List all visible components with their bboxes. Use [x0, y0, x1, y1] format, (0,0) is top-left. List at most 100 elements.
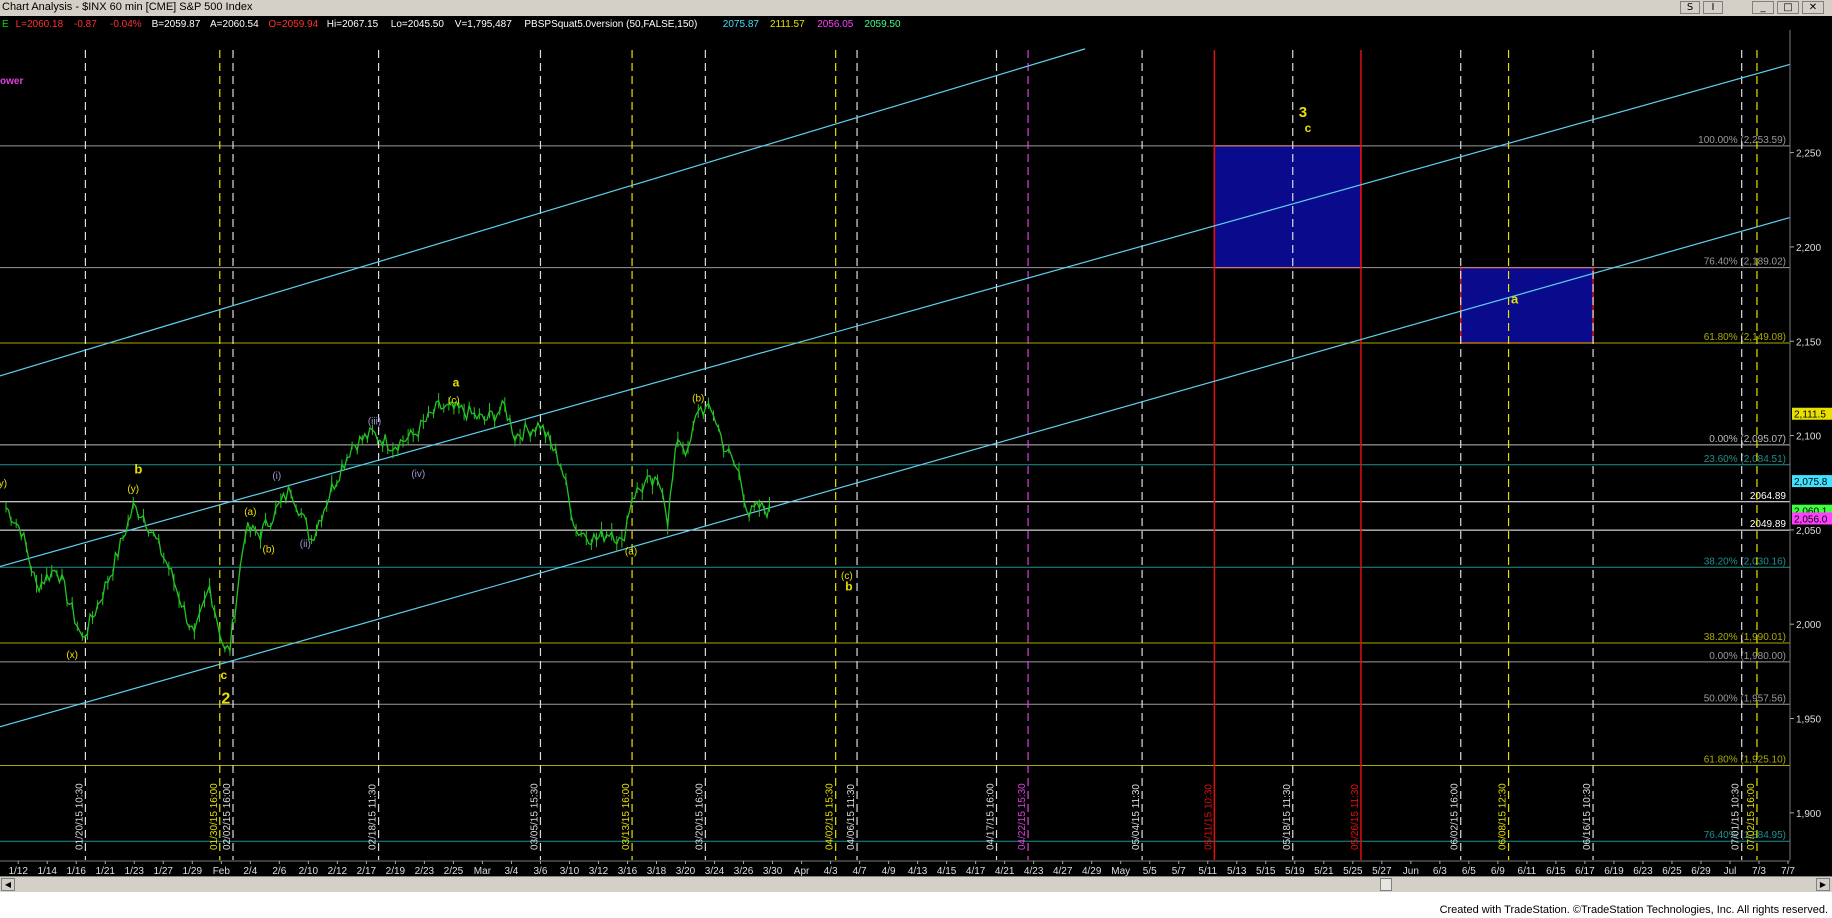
time-marker-label: 06/16/15 10:30 [1582, 783, 1593, 850]
x-tick-label: 3/26 [734, 866, 754, 876]
wave-label: (y) [127, 484, 139, 495]
header-value: 2111.57 [770, 19, 805, 30]
price-tag-label: 2,111.5 [1794, 410, 1826, 421]
status-bar: Created with TradeStation. ©TradeStation… [0, 892, 1832, 918]
x-tick-label: 6/3 [1433, 866, 1447, 876]
fib-level-label: 0.00% (1,980.00) [1709, 651, 1786, 662]
x-tick-label: 2/23 [415, 866, 435, 876]
time-marker-label: 02/02/15 16:00 [222, 783, 233, 850]
wave-label: 2 [221, 690, 230, 707]
close-button[interactable]: ✕ [1802, 1, 1824, 14]
wave-label: (ii) [300, 539, 311, 550]
x-tick-label: 2/4 [243, 866, 257, 876]
chart-background [0, 16, 1832, 876]
symbol-link-button[interactable]: S [1680, 1, 1700, 14]
x-tick-label: 6/23 [1633, 866, 1653, 876]
x-tick-label: 1/29 [183, 866, 203, 876]
time-marker-label: 03/20/15 16:00 [694, 783, 705, 850]
wave-label: (i) [272, 471, 281, 482]
fib-level-label: 23.60% (2,084.51) [1704, 454, 1786, 465]
scrollbar-thumb[interactable] [1380, 878, 1392, 891]
x-tick-label: 2/10 [299, 866, 319, 876]
wave-label: (iii) [368, 416, 381, 427]
y-tick-label: 2,100 [1796, 432, 1821, 443]
wave-label: (c) [448, 396, 460, 407]
wave-label: (b) [692, 394, 704, 405]
wave-label: 3 [1299, 104, 1307, 121]
window-title: Chart Analysis - $INX 60 min [CME] S&P 5… [2, 1, 253, 13]
x-tick-label: 4/15 [937, 866, 957, 876]
time-scrollbar[interactable]: ◀ ▶ [0, 876, 1832, 892]
x-tick-label: 3/20 [676, 866, 696, 876]
y-tick-label: 1,950 [1796, 715, 1821, 726]
x-tick-label: 4/27 [1053, 866, 1073, 876]
scroll-left-arrow-icon[interactable]: ◀ [1, 878, 15, 891]
x-tick-label: 5/19 [1285, 866, 1305, 876]
x-tick-label: 6/5 [1462, 866, 1476, 876]
fib-level-label: 76.40% (2,189.02) [1704, 257, 1786, 268]
x-tick-label: 3/10 [560, 866, 580, 876]
x-tick-label: 1/12 [8, 866, 28, 876]
x-tick-label: 4/3 [824, 866, 838, 876]
y-tick-label: 2,150 [1796, 337, 1821, 348]
y-tick-label: 2,250 [1796, 149, 1821, 160]
wave-label: a [453, 376, 460, 390]
x-tick-label: 6/29 [1691, 866, 1711, 876]
header-value: 2075.87 [723, 19, 760, 30]
x-tick-label: 5/21 [1314, 866, 1334, 876]
y-tick-label: 2,050 [1796, 526, 1821, 537]
indicator-label: ower [0, 76, 23, 87]
header-value: B=2059.87 [152, 19, 201, 30]
target-box [1213, 145, 1362, 269]
time-marker-label: 04/02/15 15:30 [825, 783, 836, 850]
fib-level-label: 38.20% (1,990.01) [1704, 632, 1786, 643]
time-marker-label: 01/30/15 16:00 [209, 783, 220, 850]
x-tick-label: Apr [794, 866, 810, 876]
x-tick-label: 1/16 [67, 866, 87, 876]
x-tick-label: 7/3 [1752, 866, 1766, 876]
wave-label: (x) [66, 650, 78, 661]
x-tick-label: 5/7 [1172, 866, 1186, 876]
time-marker-label: 02/18/15 11:30 [368, 784, 379, 850]
fib-level-label: 61.80% (1,925.10) [1704, 754, 1786, 765]
minimize-button[interactable]: _ [1752, 1, 1774, 14]
x-tick-label: 5/13 [1227, 866, 1247, 876]
scroll-right-arrow-icon[interactable]: ▶ [1816, 878, 1830, 891]
x-tick-label: 1/27 [154, 866, 174, 876]
x-tick-label: 6/9 [1491, 866, 1505, 876]
header-value: -0.04% [110, 19, 142, 30]
wave-label: b [134, 461, 142, 476]
x-tick-label: 2/25 [444, 866, 464, 876]
time-marker-label: 05/18/15 11:30 [1282, 784, 1293, 850]
header-value: Hi=2067.15 [327, 19, 379, 30]
price-chart[interactable]: E L=2060.18 -0.87 -0.04% B=2059.87 A=2060.54 O… [0, 16, 1832, 876]
fib-level-label: 0.00% (2,095.07) [1709, 434, 1786, 445]
fib-level-label: 38.20% (2,030.16) [1704, 556, 1786, 567]
y-tick-label: 2,000 [1796, 620, 1821, 631]
x-tick-label: 1/23 [125, 866, 145, 876]
x-tick-label: 5/27 [1372, 866, 1392, 876]
x-tick-label: Feb [213, 866, 231, 876]
x-tick-label: Mar [474, 866, 492, 876]
x-tick-label: 4/23 [1024, 866, 1044, 876]
x-tick-label: 4/9 [882, 866, 896, 876]
time-marker-label: 03/05/15 15:30 [529, 783, 540, 850]
header-value: A=2060.54 [210, 19, 259, 30]
header-value: 2056.05 [817, 19, 854, 30]
header-value: PBSPSquat5.0version (50,FALSE,150) [524, 19, 697, 30]
x-tick-label: 4/21 [995, 866, 1015, 876]
price-tag-label: 2,056.0 [1794, 514, 1828, 525]
x-tick-label: 6/11 [1518, 866, 1537, 876]
time-marker-label: 07/02/15 16:00 [1746, 783, 1757, 850]
maximize-button[interactable]: □ [1777, 1, 1799, 14]
time-marker-label: 05/26/15 11:30 [1350, 784, 1361, 850]
fib-level-label: 2049.89 [1750, 519, 1787, 530]
x-tick-label: 6/25 [1662, 866, 1682, 876]
x-tick-label: 6/17 [1575, 866, 1595, 876]
x-tick-label: 5/11 [1198, 866, 1217, 876]
time-marker-label: 05/04/15 11:30 [1131, 784, 1142, 850]
time-marker-label: 04/06/15 11:30 [846, 784, 857, 850]
x-tick-label: 3/16 [618, 866, 638, 876]
x-tick-label: 3/4 [504, 866, 518, 876]
indicator-button[interactable]: I [1703, 1, 1723, 14]
